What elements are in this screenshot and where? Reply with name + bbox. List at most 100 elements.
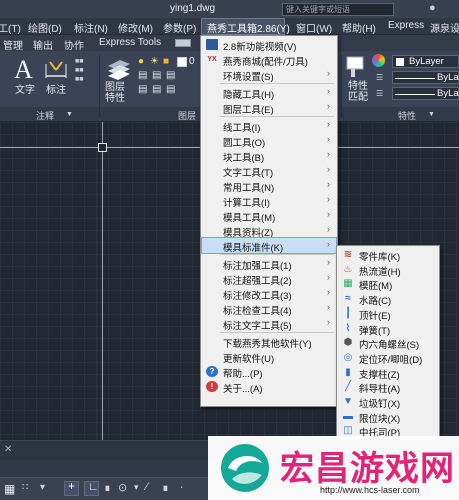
sun-icon[interactable]: ☀ [150, 56, 159, 67]
yanxiu-menu-item[interactable]: 标注检查工具(4) › [202, 301, 336, 317]
standard-part-item[interactable]: ╱ 斜导柱(A) [338, 379, 438, 395]
tab-collaborate[interactable]: 协作 [64, 37, 84, 52]
menu-source[interactable]: 源泉设 [430, 20, 459, 35]
chevron-right-icon: › [327, 194, 330, 204]
yanxiu-menu-item[interactable]: 块工具(B) › [202, 148, 336, 164]
chevron-down-icon[interactable]: ▼ [66, 111, 73, 118]
yanxiu-menu-item[interactable]: ? 帮助...(P) [202, 364, 336, 380]
yanxiu-menu-item[interactable]: 更新软件(U) [202, 349, 336, 365]
menu-tools[interactable]: 工(T) [0, 20, 21, 35]
color-wheel-icon[interactable] [372, 54, 385, 67]
user-icon[interactable]: ● [429, 2, 443, 16]
menu-yanxiu[interactable]: 燕秀工具箱2.86(Y) [207, 20, 290, 35]
lightbulb-icon[interactable]: ● [138, 56, 144, 67]
tab-manage[interactable]: 管理 [3, 37, 23, 52]
selection-cycling-icon[interactable]: ⋅ [180, 481, 184, 494]
dimension-tool-icon[interactable] [42, 58, 70, 80]
standard-part-item[interactable]: ┃ 顶针(E) [338, 306, 438, 322]
menu-yanxiu-active[interactable]: 燕秀工具箱2.86(Y) [201, 18, 290, 35]
yanxiu-menu-item[interactable]: 计算工具(I) › [202, 193, 336, 209]
standard-part-item[interactable]: ▬ 限位块(X) [338, 409, 438, 425]
menu-express[interactable]: Express [388, 20, 424, 31]
yanxiu-menu-item[interactable]: 标注文字工具(5) › [202, 316, 336, 332]
yanxiu-menu-item[interactable]: 文字工具(T) › [202, 163, 336, 179]
current-layer-value[interactable]: 0 [189, 56, 195, 67]
standard-part-item[interactable]: ⌇ 弹簧(T) [338, 321, 438, 337]
yanxiu-menu-item[interactable]: 下载燕秀其他软件(Y) [202, 334, 336, 350]
standard-part-item[interactable]: ▮ 支撑柱(Z) [338, 365, 438, 381]
yanxiu-menu-item[interactable]: 2.8新功能视频(V) [202, 37, 336, 53]
object-snap-track-icon[interactable]: ⊙ [118, 481, 127, 494]
standard-part-item[interactable]: ◎ 定位环/唧咀(D) [338, 350, 438, 366]
chevron-down-icon[interactable]: ▼ [428, 111, 435, 118]
yanxiu-menu-item[interactable]: 标注修改工具(3) › [202, 286, 336, 302]
standard-part-item[interactable]: ▼ 垃圾钉(X) [338, 394, 438, 410]
lineweight-dropdown[interactable]: ByLayer [392, 87, 459, 100]
yanxiu-menu-item[interactable]: 标注超强工具(2) › [202, 271, 336, 287]
dropdown-arrow-icon[interactable]: ▾ [134, 482, 139, 493]
tab-toggle-icon[interactable] [175, 39, 191, 47]
yanxiu-menu-item[interactable]: 隐藏工具(H) › [202, 85, 336, 101]
annotation-small-tools[interactable]: ■■ ■■ ■■ [75, 57, 99, 101]
menu-help[interactable]: 帮助(H) [342, 20, 376, 35]
dimension-tool-label[interactable]: 标注 [46, 81, 66, 96]
match-properties-icon[interactable] [345, 55, 367, 79]
color-swatch [396, 58, 404, 66]
yanxiu-menu-item[interactable]: 环境设置(S) › [202, 67, 336, 83]
yanxiu-menu-item[interactable]: ! 关于...(A) [202, 379, 336, 395]
menu-item-label: 2.8新功能视频(V) [223, 42, 297, 53]
menu-draw[interactable]: 绘图(D) [28, 20, 62, 35]
layer-panel-label[interactable]: 图层 [178, 109, 196, 122]
menu-window[interactable]: 窗口(W) [296, 20, 332, 35]
menu-dimension[interactable]: 标注(N) [74, 20, 108, 35]
match-properties-label[interactable]: 特性 匹配 [348, 81, 372, 103]
linetype-dropdown[interactable]: ByLayer [392, 71, 459, 84]
layer-tool-icon-c[interactable]: ▤ [166, 70, 175, 81]
yanxiu-menu-item[interactable]: 模具标准件(K) › [201, 237, 337, 254]
yanxiu-menu-item[interactable]: 常用工具(N) › [202, 178, 336, 194]
layer-tool-icon-b[interactable]: ▤ [152, 70, 161, 81]
yanxiu-menu-item[interactable]: YX 燕秀商城(配件/刀具) [202, 52, 336, 68]
lineweight-toggle-icon[interactable]: ∕ [146, 481, 148, 493]
yanxiu-menu-item[interactable]: 图层工具(E) › [202, 100, 336, 116]
layer-properties-label[interactable]: 图层 特性 [105, 82, 129, 104]
yanxiu-menu-item[interactable]: 圆工具(O) › [202, 133, 336, 149]
dropdown-arrow-icon[interactable]: ▾ [40, 482, 45, 493]
spring-icon: ⌇ [345, 322, 351, 334]
layer-tool-icon-f[interactable]: ▤ [166, 84, 175, 95]
menu-modify[interactable]: 修改(M) [118, 20, 153, 35]
grid-icon[interactable]: ▦ [4, 482, 15, 496]
tab-express-tools[interactable]: Express Tools [99, 37, 161, 48]
snap-icon[interactable]: ∷ [22, 482, 28, 493]
yanxiu-menu-item[interactable]: 标注加强工具(1) › [202, 256, 336, 272]
layer-toolbar-icons[interactable]: ● ☀ ■ ▤ ▤ ▤ ▤ ▤ ▤ [138, 56, 196, 100]
close-icon[interactable]: ✕ [4, 444, 12, 455]
layer-tool-icon-a[interactable]: ▤ [138, 70, 147, 81]
menu-item-label: 隐藏工具(H) [223, 90, 275, 101]
yanxiu-menu-item[interactable]: 模具资料(Z) › [202, 223, 336, 239]
properties-panel-label[interactable]: 特性 [398, 109, 416, 122]
layer-tool-icon-d[interactable]: ▤ [138, 84, 147, 95]
annotation-panel-label[interactable]: 注释 [36, 109, 54, 122]
layer-properties-icon[interactable] [104, 56, 132, 80]
standard-part-item[interactable]: ♨ 热流道(H) [338, 262, 438, 278]
color-dropdown[interactable]: ByLayer [392, 55, 459, 68]
osnap-icon[interactable]: ∎ [104, 481, 111, 494]
standard-part-item[interactable]: ⬢ 内六角螺丝(S) [338, 335, 438, 351]
tab-output[interactable]: 输出 [33, 37, 53, 52]
search-input[interactable]: 键入关键字或短语 [282, 3, 394, 16]
yanxiu-menu-item[interactable]: 线工具(I) › [202, 118, 336, 134]
yanxiu-menu-item[interactable]: 模具工具(M) › [202, 208, 336, 224]
menu-parametric[interactable]: 参数(P) [163, 20, 196, 35]
text-tool-label[interactable]: 文字 [15, 81, 35, 96]
standard-part-item[interactable]: ≋ 零件库(K) [338, 247, 438, 263]
transparency-icon[interactable]: ∎ [162, 481, 169, 494]
menu-item-label: 线工具(I) [223, 123, 261, 134]
watermark-url: http://www.hcs-laser.com [320, 485, 420, 495]
watermark-logo [221, 444, 269, 492]
standard-part-item[interactable]: ▦ 模胚(M) [338, 276, 438, 292]
lock-icon[interactable]: ■ [163, 56, 169, 67]
layer-tool-icon-e[interactable]: ▤ [152, 84, 161, 95]
menu-item-label: 标注文字工具(5) [223, 321, 292, 332]
standard-part-item[interactable]: ≈ 水路(C) [338, 291, 438, 307]
